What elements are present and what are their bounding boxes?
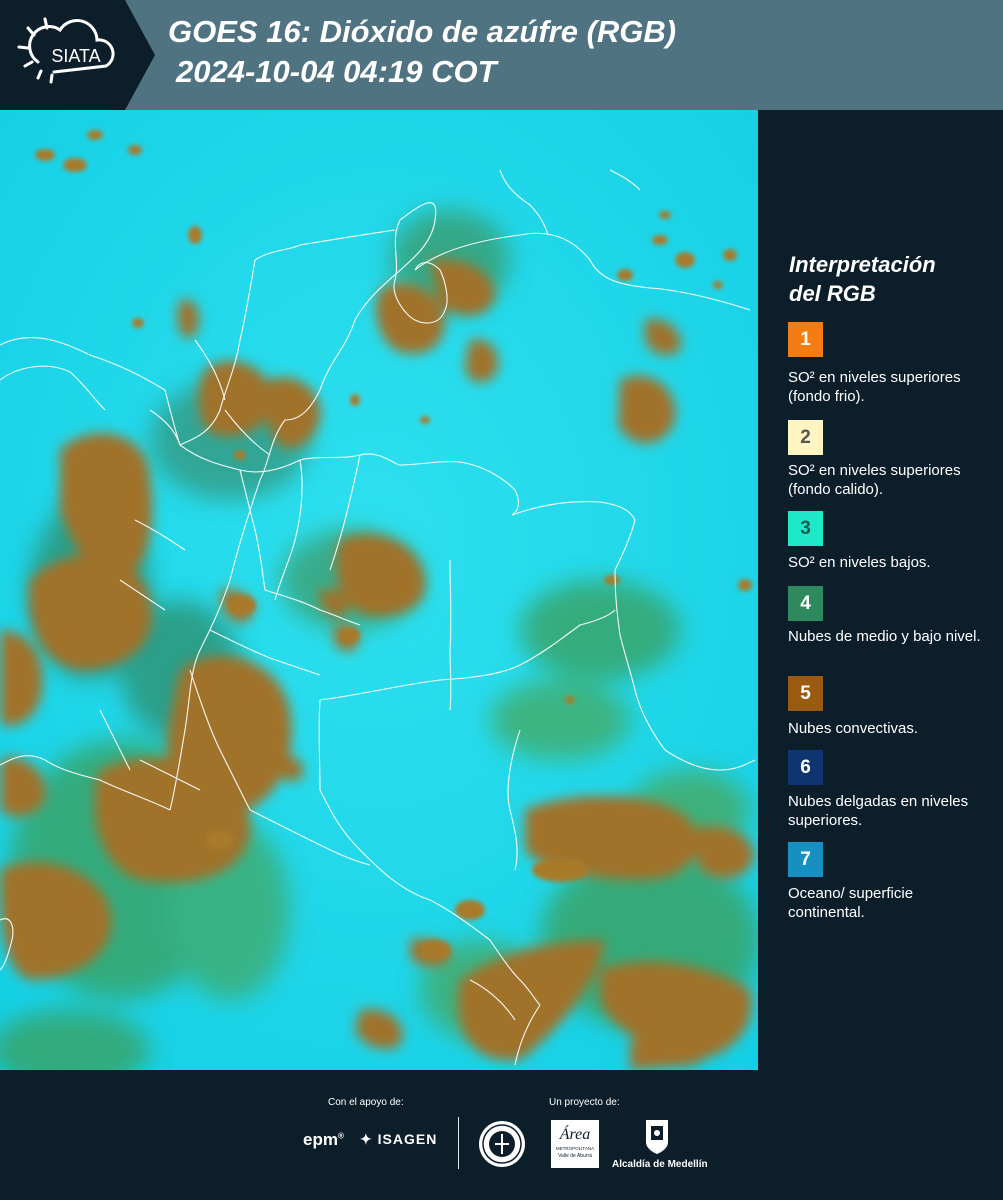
legend-number-2: 2 [800,426,811,448]
legend-swatch-6: 6 [788,750,823,785]
legend-label-3: SO² en niveles bajos. [788,554,931,571]
area-logo-subtext2: Valle de Aburrá [558,1153,592,1159]
medellin-seal [478,1120,526,1168]
page-title: GOES 16: Dióxido de azúfre (RGB) [168,14,677,49]
project-label: Un proyecto de: [549,1097,620,1108]
legend-label-6: Nubes delgadas en niveles superiores. [788,793,969,829]
logo-text: SIATA [51,46,100,66]
area-logo-text: Área [559,1126,591,1143]
support-label: Con el apoyo de: [328,1097,404,1108]
footer-separator [458,1117,459,1169]
alcaldia-shield-icon [644,1118,670,1156]
legend-swatch-5: 5 [788,676,823,711]
legend-label-4: Nubes de medio y bajo nivel. [788,628,981,645]
legend-panel: Interpretación del RGB 1 SO² en niveles … [760,110,1003,1070]
page-timestamp: 2024-10-04 04:19 COT [176,54,497,89]
satellite-map[interactable] [0,110,760,1090]
legend-number-5: 5 [800,682,811,704]
isagen-icon: ✦ [360,1131,373,1147]
isagen-logo: ✦ ISAGEN [360,1131,437,1148]
epm-logo: epm® [303,1130,344,1149]
footer: Con el apoyo de: Un proyecto de: epm® ✦ … [0,1070,1003,1200]
legend-label-5: Nubes convectivas. [788,720,919,737]
legend-swatch-4: 4 [788,586,823,621]
legend-label-1: SO² en niveles superiores (fondo frio). [788,369,961,405]
legend-number-1: 1 [800,328,811,350]
area-logo-subtext: METROPOLITANA [555,1146,595,1152]
legend-label-2: SO² en niveles superiores (fondo calido)… [788,462,961,498]
legend-number-6: 6 [800,756,811,778]
legend-title-line2: del RGB [789,281,876,306]
legend-swatch-1: 1 [788,322,823,357]
legend-number-3: 3 [800,517,811,539]
header: SIATA GOES 16: Dióxido de azúfre (RGB) 2… [0,0,1003,110]
isagen-text: ISAGEN [377,1131,438,1147]
legend-swatch-7: 7 [788,842,823,877]
area-metropolitana-logo: Área METROPOLITANA Valle de Aburrá [551,1120,599,1168]
legend-title-line1: Interpretación [789,252,936,277]
legend-title: Interpretación del RGB [789,250,936,308]
legend-swatch-3: 3 [788,511,823,546]
legend-number-7: 7 [800,848,811,870]
alcaldia-text: Alcaldía de Medellín [612,1159,708,1170]
legend-label-7: Oceano/ superficie continental. [788,885,914,921]
siata-logo: SIATA [0,0,155,110]
legend-number-4: 4 [800,592,811,614]
epm-text: epm [303,1130,338,1149]
legend-swatch-2: 2 [788,420,823,455]
